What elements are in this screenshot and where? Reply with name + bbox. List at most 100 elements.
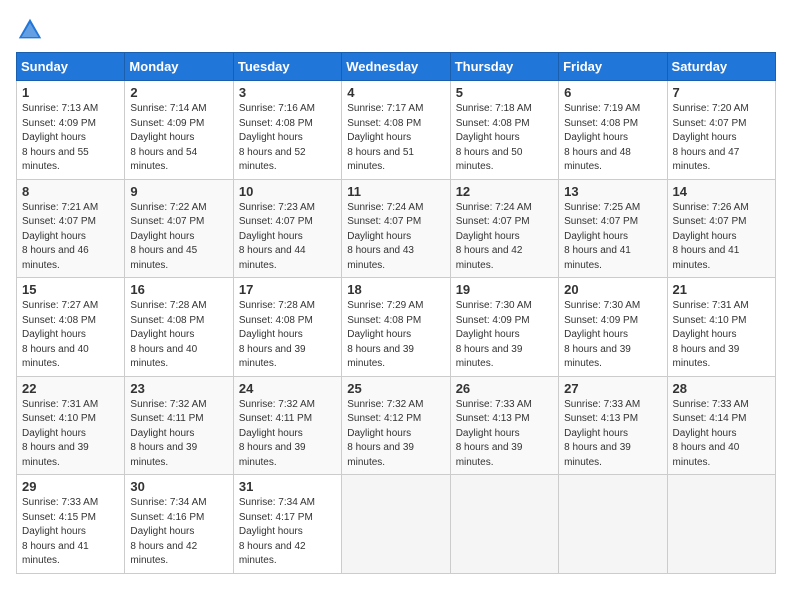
sunrise-label: Sunrise: 7:31 AM <box>22 399 98 410</box>
calendar-cell <box>342 475 450 574</box>
calendar-cell: 30 Sunrise: 7:34 AM Sunset: 4:16 PM Dayl… <box>125 475 233 574</box>
sunset-label: Sunset: 4:07 PM <box>22 216 96 227</box>
calendar-cell: 23 Sunrise: 7:32 AM Sunset: 4:11 PM Dayl… <box>125 376 233 475</box>
calendar-cell: 20 Sunrise: 7:30 AM Sunset: 4:09 PM Dayl… <box>559 278 667 377</box>
calendar-cell: 29 Sunrise: 7:33 AM Sunset: 4:15 PM Dayl… <box>17 475 125 574</box>
daylight-label: Daylight hours <box>564 329 628 340</box>
day-info: Sunrise: 7:32 AM Sunset: 4:11 PM Dayligh… <box>130 398 227 471</box>
day-number: 16 <box>130 282 227 297</box>
day-info: Sunrise: 7:24 AM Sunset: 4:07 PM Dayligh… <box>347 201 444 274</box>
sunrise-label: Sunrise: 7:24 AM <box>347 202 423 213</box>
weekday-header: Wednesday <box>342 53 450 81</box>
day-info: Sunrise: 7:20 AM Sunset: 4:07 PM Dayligh… <box>673 102 770 175</box>
daylight-label: Daylight hours <box>673 231 737 242</box>
daylight-label: Daylight hours <box>239 231 303 242</box>
sunset-label: Sunset: 4:14 PM <box>673 413 747 424</box>
calendar-cell: 14 Sunrise: 7:26 AM Sunset: 4:07 PM Dayl… <box>667 179 775 278</box>
day-info: Sunrise: 7:30 AM Sunset: 4:09 PM Dayligh… <box>456 299 553 372</box>
daylight-value: 8 hours and 50 minutes. <box>456 147 523 173</box>
sunset-label: Sunset: 4:12 PM <box>347 413 421 424</box>
sunrise-label: Sunrise: 7:33 AM <box>22 497 98 508</box>
sunrise-label: Sunrise: 7:32 AM <box>239 399 315 410</box>
calendar-cell: 28 Sunrise: 7:33 AM Sunset: 4:14 PM Dayl… <box>667 376 775 475</box>
sunset-label: Sunset: 4:11 PM <box>130 413 203 424</box>
sunset-label: Sunset: 4:07 PM <box>673 118 747 129</box>
day-number: 17 <box>239 282 336 297</box>
daylight-value: 8 hours and 39 minutes. <box>673 344 740 370</box>
sunset-label: Sunset: 4:16 PM <box>130 512 204 523</box>
day-info: Sunrise: 7:31 AM Sunset: 4:10 PM Dayligh… <box>673 299 770 372</box>
calendar-cell: 13 Sunrise: 7:25 AM Sunset: 4:07 PM Dayl… <box>559 179 667 278</box>
sunset-label: Sunset: 4:08 PM <box>130 315 204 326</box>
daylight-label: Daylight hours <box>22 231 86 242</box>
sunset-label: Sunset: 4:11 PM <box>239 413 312 424</box>
daylight-label: Daylight hours <box>347 132 411 143</box>
daylight-label: Daylight hours <box>22 526 86 537</box>
sunset-label: Sunset: 4:10 PM <box>673 315 747 326</box>
daylight-label: Daylight hours <box>239 132 303 143</box>
daylight-value: 8 hours and 39 minutes. <box>564 344 631 370</box>
day-number: 7 <box>673 85 770 100</box>
daylight-value: 8 hours and 51 minutes. <box>347 147 414 173</box>
daylight-label: Daylight hours <box>130 526 194 537</box>
sunrise-label: Sunrise: 7:27 AM <box>22 300 98 311</box>
calendar-week-row: 8 Sunrise: 7:21 AM Sunset: 4:07 PM Dayli… <box>17 179 776 278</box>
daylight-label: Daylight hours <box>239 526 303 537</box>
calendar-cell: 8 Sunrise: 7:21 AM Sunset: 4:07 PM Dayli… <box>17 179 125 278</box>
day-info: Sunrise: 7:33 AM Sunset: 4:13 PM Dayligh… <box>456 398 553 471</box>
daylight-label: Daylight hours <box>347 231 411 242</box>
day-number: 5 <box>456 85 553 100</box>
day-number: 3 <box>239 85 336 100</box>
sunset-label: Sunset: 4:08 PM <box>22 315 96 326</box>
day-number: 29 <box>22 479 119 494</box>
daylight-value: 8 hours and 42 minutes. <box>239 541 306 567</box>
sunset-label: Sunset: 4:08 PM <box>239 315 313 326</box>
weekday-header: Sunday <box>17 53 125 81</box>
day-info: Sunrise: 7:22 AM Sunset: 4:07 PM Dayligh… <box>130 201 227 274</box>
daylight-label: Daylight hours <box>564 132 628 143</box>
daylight-value: 8 hours and 39 minutes. <box>456 442 523 468</box>
daylight-value: 8 hours and 45 minutes. <box>130 245 197 271</box>
daylight-value: 8 hours and 54 minutes. <box>130 147 197 173</box>
calendar-cell: 31 Sunrise: 7:34 AM Sunset: 4:17 PM Dayl… <box>233 475 341 574</box>
day-number: 12 <box>456 184 553 199</box>
calendar-cell: 9 Sunrise: 7:22 AM Sunset: 4:07 PM Dayli… <box>125 179 233 278</box>
sunset-label: Sunset: 4:13 PM <box>564 413 638 424</box>
calendar-week-row: 15 Sunrise: 7:27 AM Sunset: 4:08 PM Dayl… <box>17 278 776 377</box>
day-info: Sunrise: 7:24 AM Sunset: 4:07 PM Dayligh… <box>456 201 553 274</box>
day-info: Sunrise: 7:31 AM Sunset: 4:10 PM Dayligh… <box>22 398 119 471</box>
calendar-cell: 26 Sunrise: 7:33 AM Sunset: 4:13 PM Dayl… <box>450 376 558 475</box>
day-number: 9 <box>130 184 227 199</box>
sunrise-label: Sunrise: 7:31 AM <box>673 300 749 311</box>
day-info: Sunrise: 7:28 AM Sunset: 4:08 PM Dayligh… <box>130 299 227 372</box>
day-info: Sunrise: 7:23 AM Sunset: 4:07 PM Dayligh… <box>239 201 336 274</box>
calendar-cell <box>450 475 558 574</box>
day-info: Sunrise: 7:32 AM Sunset: 4:11 PM Dayligh… <box>239 398 336 471</box>
sunset-label: Sunset: 4:10 PM <box>22 413 96 424</box>
calendar-cell: 22 Sunrise: 7:31 AM Sunset: 4:10 PM Dayl… <box>17 376 125 475</box>
daylight-value: 8 hours and 41 minutes. <box>564 245 631 271</box>
calendar-cell <box>667 475 775 574</box>
day-info: Sunrise: 7:30 AM Sunset: 4:09 PM Dayligh… <box>564 299 661 372</box>
daylight-value: 8 hours and 46 minutes. <box>22 245 89 271</box>
day-number: 20 <box>564 282 661 297</box>
sunset-label: Sunset: 4:09 PM <box>564 315 638 326</box>
sunrise-label: Sunrise: 7:29 AM <box>347 300 423 311</box>
daylight-value: 8 hours and 40 minutes. <box>22 344 89 370</box>
logo-icon <box>16 16 44 44</box>
sunset-label: Sunset: 4:07 PM <box>456 216 530 227</box>
calendar-cell: 21 Sunrise: 7:31 AM Sunset: 4:10 PM Dayl… <box>667 278 775 377</box>
page-header <box>16 16 776 44</box>
calendar-cell: 15 Sunrise: 7:27 AM Sunset: 4:08 PM Dayl… <box>17 278 125 377</box>
day-info: Sunrise: 7:32 AM Sunset: 4:12 PM Dayligh… <box>347 398 444 471</box>
calendar-cell: 24 Sunrise: 7:32 AM Sunset: 4:11 PM Dayl… <box>233 376 341 475</box>
daylight-value: 8 hours and 39 minutes. <box>239 442 306 468</box>
day-number: 25 <box>347 381 444 396</box>
calendar-cell: 17 Sunrise: 7:28 AM Sunset: 4:08 PM Dayl… <box>233 278 341 377</box>
sunrise-label: Sunrise: 7:26 AM <box>673 202 749 213</box>
sunrise-label: Sunrise: 7:20 AM <box>673 103 749 114</box>
weekday-header: Saturday <box>667 53 775 81</box>
day-number: 28 <box>673 381 770 396</box>
sunset-label: Sunset: 4:08 PM <box>456 118 530 129</box>
daylight-label: Daylight hours <box>130 329 194 340</box>
